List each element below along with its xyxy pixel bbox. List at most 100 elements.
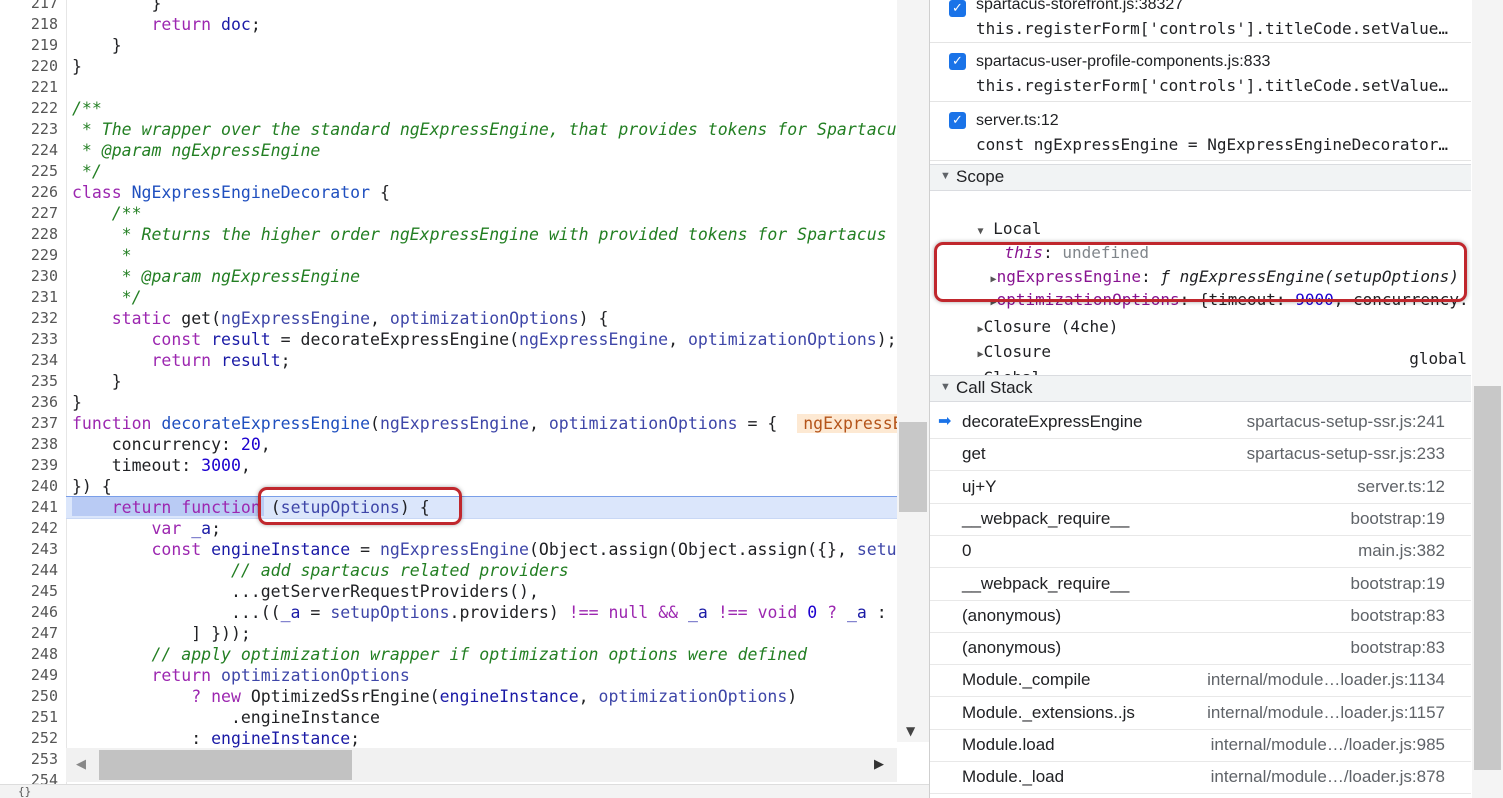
line-number[interactable]: 225 xyxy=(0,161,58,182)
line-number[interactable]: 234 xyxy=(0,350,58,371)
line-number[interactable]: 235 xyxy=(0,371,58,392)
scroll-down-arrow-icon[interactable]: ▼ xyxy=(906,724,915,738)
call-frame-location[interactable]: internal/module…/loader.js:985 xyxy=(1211,735,1445,755)
line-gutter[interactable]: 217 218 219 220 221 222 223 224 225 226 227 228 229 2… xyxy=(0,0,67,798)
code-line[interactable]: ] })); xyxy=(72,623,251,644)
line-number[interactable]: 240 xyxy=(0,476,58,497)
call-frame-location[interactable]: bootstrap:83 xyxy=(1350,638,1445,658)
line-number[interactable]: 237 xyxy=(0,413,58,434)
code-line[interactable]: return result; xyxy=(72,350,290,371)
code-line[interactable]: } xyxy=(72,0,161,14)
code-line[interactable]: * @param ngExpressEngine xyxy=(72,140,320,161)
line-number[interactable]: 233 xyxy=(0,329,58,350)
code-line[interactable]: /** xyxy=(72,98,102,119)
line-number[interactable]: 220 xyxy=(0,56,58,77)
code-line[interactable]: const result = decorateExpressEngine(ngE… xyxy=(72,329,896,350)
call-frame[interactable]: ➡ decorateExpressEngine spartacus-setup-ss… xyxy=(930,406,1471,439)
checkmark-icon[interactable]: ✓ xyxy=(949,53,966,70)
call-frame-location[interactable]: bootstrap:19 xyxy=(1350,574,1445,594)
callstack-section-header[interactable]: ▼ Call Stack xyxy=(930,375,1471,402)
code-line[interactable]: */ xyxy=(72,287,142,308)
line-number[interactable]: 221 xyxy=(0,77,58,98)
code-line[interactable]: return optimizationOptions xyxy=(72,665,409,686)
code-line[interactable]: /** xyxy=(72,203,142,224)
scope-section-header[interactable]: ▼ Scope xyxy=(930,164,1471,191)
line-number[interactable]: 230 xyxy=(0,266,58,287)
line-number[interactable]: 247 xyxy=(0,623,58,644)
call-frame[interactable]: 0 main.js:382 xyxy=(930,535,1471,569)
code-line[interactable]: .engineInstance xyxy=(72,707,380,728)
line-number[interactable]: 249 xyxy=(0,665,58,686)
line-number[interactable]: 218 xyxy=(0,14,58,35)
code-line[interactable]: ...getServerRequestProviders(), xyxy=(72,581,539,602)
code-line[interactable]: * The wrapper over the standard ngExpres… xyxy=(72,119,907,140)
scroll-left-arrow-icon[interactable]: ◀ xyxy=(76,757,86,772)
code-line[interactable]: class NgExpressEngineDecorator { xyxy=(72,182,390,203)
checkmark-icon[interactable]: ✓ xyxy=(949,0,966,17)
code-line[interactable]: } xyxy=(72,56,82,77)
code-line[interactable]: */ xyxy=(72,161,102,182)
line-number[interactable]: 246 xyxy=(0,602,58,623)
code-line[interactable]: } xyxy=(72,371,122,392)
call-frame-location[interactable]: internal/module…loader.js:1134 xyxy=(1207,670,1445,690)
code-line[interactable]: static get(ngExpressEngine, optimization… xyxy=(72,308,609,329)
line-number[interactable]: 236 xyxy=(0,392,58,413)
breakpoint-item[interactable]: ✓ spartacus-user-profile-components.js:8… xyxy=(930,43,1471,102)
code-line[interactable]: ...((_a = setupOptions.providers) !== nu… xyxy=(72,602,907,623)
line-number[interactable]: 224 xyxy=(0,140,58,161)
call-frame-location[interactable]: internal/module…/loader.js:878 xyxy=(1211,767,1445,787)
code-line[interactable]: timeout: 3000, xyxy=(72,455,251,476)
code-line[interactable]: * xyxy=(72,245,132,266)
code-line[interactable]: * Returns the higher order ngExpressEngi… xyxy=(72,224,887,245)
checkmark-icon[interactable]: ✓ xyxy=(949,112,966,129)
editor-horizontal-scroll-thumb[interactable] xyxy=(99,750,352,780)
call-frame[interactable]: Module._load internal/module…/loader.js:8… xyxy=(930,761,1471,795)
line-number[interactable]: 227 xyxy=(0,203,58,224)
code-line[interactable]: var _a; xyxy=(72,518,221,539)
line-number[interactable]: 231 xyxy=(0,287,58,308)
line-number[interactable]: 217 xyxy=(0,0,58,14)
code-line[interactable]: }) { xyxy=(72,476,112,497)
call-frame-location[interactable]: spartacus-setup-ssr.js:241 xyxy=(1247,412,1445,432)
line-number[interactable]: 228 xyxy=(0,224,58,245)
line-number[interactable]: 250 xyxy=(0,686,58,707)
code-line[interactable]: : engineInstance; xyxy=(72,728,360,749)
line-number[interactable]: 253 xyxy=(0,749,58,770)
line-number[interactable]: 239 xyxy=(0,455,58,476)
line-number[interactable]: 229 xyxy=(0,245,58,266)
breakpoint-item[interactable]: ✓ spartacus-storefront.js:38327 this.reg… xyxy=(930,0,1471,43)
call-frame[interactable]: uj+Y server.ts:12 xyxy=(930,471,1471,504)
code-line[interactable]: ? new OptimizedSsrEngine(engineInstance,… xyxy=(72,686,797,707)
code-line[interactable]: // apply optimization wrapper if optimiz… xyxy=(72,644,807,665)
code-line[interactable]: function decorateExpressEngine(ngExpress… xyxy=(72,413,929,434)
call-frame[interactable]: __webpack_require__ bootstrap:19 xyxy=(930,503,1471,536)
line-number[interactable]: 244 xyxy=(0,560,58,581)
call-frame-location[interactable]: main.js:382 xyxy=(1358,541,1445,561)
line-number[interactable]: 226 xyxy=(0,182,58,203)
call-frame-location[interactable]: bootstrap:19 xyxy=(1350,509,1445,529)
line-number[interactable]: 241 xyxy=(0,497,58,518)
call-frame[interactable]: (anonymous) bootstrap:83 xyxy=(930,632,1471,666)
breakpoint-item[interactable]: ✓ server.ts:12 const ngExpressEngine = N… xyxy=(930,102,1471,161)
scroll-right-arrow-icon[interactable]: ▶ xyxy=(874,757,884,772)
line-number[interactable]: 243 xyxy=(0,539,58,560)
line-number[interactable]: 238 xyxy=(0,434,58,455)
line-number[interactable]: 248 xyxy=(0,644,58,665)
source-editor[interactable]: 217 218 219 220 221 222 223 224 225 226 227 228 229 2… xyxy=(0,0,929,798)
code-line[interactable]: } xyxy=(72,35,122,56)
call-frame[interactable]: __webpack_require__ bootstrap:19 xyxy=(930,568,1471,601)
code-line[interactable]: * @param ngExpressEngine xyxy=(72,266,360,287)
call-frame-location[interactable]: server.ts:12 xyxy=(1357,477,1445,497)
call-frame[interactable]: Module._extensions..js internal/module…lo… xyxy=(930,697,1471,730)
code-line[interactable]: const engineInstance = ngExpressEngine(O… xyxy=(72,539,929,560)
line-number[interactable]: 223 xyxy=(0,119,58,140)
code-line[interactable]: concurrency: 20, xyxy=(72,434,271,455)
code-line[interactable]: } xyxy=(72,392,82,413)
editor-vertical-scrollbar[interactable] xyxy=(897,0,929,742)
call-frame-location[interactable]: bootstrap:83 xyxy=(1350,606,1445,626)
line-number[interactable]: 222 xyxy=(0,98,58,119)
call-frame-location[interactable]: spartacus-setup-ssr.js:233 xyxy=(1247,444,1445,464)
sidebar-scroll-thumb[interactable] xyxy=(1474,386,1501,770)
editor-vertical-scroll-thumb[interactable] xyxy=(899,422,927,512)
call-frame[interactable]: Module.load internal/module…/loader.js:98… xyxy=(930,729,1471,762)
